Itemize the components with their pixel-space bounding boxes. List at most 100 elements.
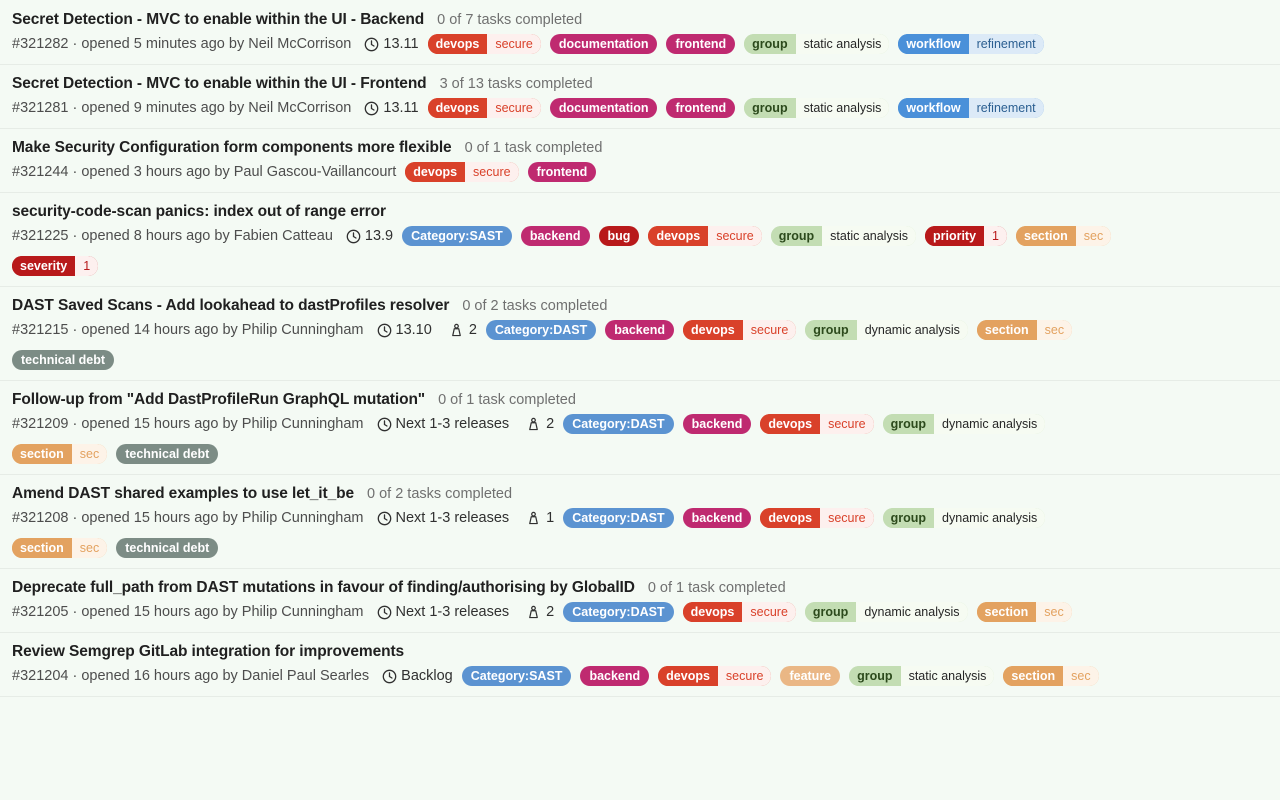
issue-label[interactable]: Category:SAST: [402, 226, 512, 246]
milestone[interactable]: Next 1-3 releases: [377, 509, 509, 528]
issue-author[interactable]: Paul Gascou-Vaillancourt: [234, 164, 397, 180]
issue-title-link[interactable]: Make Security Configuration form compone…: [12, 138, 452, 158]
issue-label[interactable]: technical debt: [116, 444, 219, 464]
issue-label[interactable]: backend: [580, 666, 650, 686]
meta-separator: ·: [72, 667, 78, 684]
label-key: feature: [780, 666, 841, 686]
issue-label[interactable]: group static analysis: [770, 226, 916, 246]
issue-label[interactable]: devops secure: [658, 666, 772, 686]
issue-label[interactable]: devops secure: [760, 508, 874, 528]
issue-label[interactable]: backend: [682, 414, 752, 434]
issue-label[interactable]: bug: [598, 226, 640, 246]
issue-label[interactable]: documentation: [549, 98, 658, 118]
issue-label[interactable]: section sec: [976, 602, 1072, 622]
issue-label[interactable]: priority 1: [924, 226, 1007, 246]
weight-value: 2: [546, 603, 555, 620]
issue-label[interactable]: frontend: [527, 162, 597, 182]
label-value: sec: [1036, 320, 1073, 340]
weight-value: 1: [546, 509, 555, 526]
issue-label[interactable]: devops secure: [760, 414, 874, 434]
issue-title-link[interactable]: DAST Saved Scans - Add lookahead to dast…: [12, 296, 449, 316]
label-key: group: [882, 508, 935, 528]
issue-label[interactable]: documentation: [549, 34, 658, 54]
issue-label[interactable]: group dynamic analysis: [805, 320, 968, 340]
issue-label[interactable]: devops secure: [682, 320, 797, 340]
milestone-label: Next 1-3 releases: [395, 603, 510, 620]
issue-title-link[interactable]: Follow-up from "Add DastProfileRun Graph…: [12, 390, 425, 410]
issue-title-link[interactable]: Secret Detection - MVC to enable within …: [12, 10, 424, 30]
label-key: devops: [658, 666, 718, 686]
milestone[interactable]: 13.11: [364, 35, 419, 54]
issue-row[interactable]: Secret Detection - MVC to enable within …: [0, 0, 1280, 65]
issue-label[interactable]: section sec: [12, 538, 108, 558]
issue-label[interactable]: frontend: [666, 34, 736, 54]
issue-author[interactable]: Fabien Catteau: [234, 228, 333, 244]
issue-label[interactable]: group static analysis: [744, 98, 890, 118]
issue-title-line: Deprecate full_path from DAST mutations …: [12, 578, 1268, 598]
issue-row[interactable]: security-code-scan panics: index out of …: [0, 193, 1280, 287]
issue-author[interactable]: Philip Cunningham: [242, 510, 364, 526]
issue-label[interactable]: technical debt: [12, 350, 115, 370]
issue-label[interactable]: Category:DAST: [563, 508, 674, 528]
issue-title-link[interactable]: Amend DAST shared examples to use let_it…: [12, 484, 354, 504]
issue-row[interactable]: Secret Detection - MVC to enable within …: [0, 65, 1280, 129]
issue-reference: #321205: [12, 603, 69, 620]
issue-author[interactable]: Neil McCorrison: [248, 36, 351, 52]
issue-title-link[interactable]: Secret Detection - MVC to enable within …: [12, 74, 427, 94]
issue-title-link[interactable]: security-code-scan panics: index out of …: [12, 202, 386, 222]
milestone[interactable]: 13.10: [377, 321, 432, 340]
milestone[interactable]: Next 1-3 releases: [377, 603, 510, 622]
issue-label[interactable]: devops secure: [427, 98, 541, 118]
issue-label[interactable]: workflow refinement: [898, 34, 1044, 54]
milestone[interactable]: Backlog: [382, 667, 453, 686]
issue-label[interactable]: devops secure: [682, 602, 796, 622]
issue-author[interactable]: Philip Cunningham: [242, 322, 364, 338]
issue-row[interactable]: Deprecate full_path from DAST mutations …: [0, 569, 1280, 633]
issue-label[interactable]: section sec: [976, 320, 1073, 340]
issue-label[interactable]: Category:DAST: [485, 320, 597, 340]
milestone[interactable]: 13.11: [364, 99, 419, 118]
label-value: dynamic analysis: [934, 414, 1046, 434]
issue-title-link[interactable]: Review Semgrep GitLab integration for im…: [12, 642, 404, 662]
issue-label[interactable]: Category:DAST: [563, 414, 674, 434]
issue-label[interactable]: workflow refinement: [898, 98, 1044, 118]
issue-label[interactable]: devops secure: [427, 34, 541, 54]
issue-label[interactable]: feature: [780, 666, 841, 686]
issue-row[interactable]: Make Security Configuration form compone…: [0, 129, 1280, 193]
issue-row[interactable]: DAST Saved Scans - Add lookahead to dast…: [0, 287, 1280, 381]
issue-label[interactable]: devops secure: [405, 162, 519, 182]
issue-author[interactable]: Philip Cunningham: [242, 416, 364, 432]
issue-label[interactable]: group dynamic analysis: [882, 508, 1046, 528]
milestone[interactable]: Next 1-3 releases: [377, 415, 509, 434]
issue-meta-line: #321209 · opened 15 hours ago by Philip …: [12, 414, 1268, 464]
issue-label[interactable]: section sec: [12, 444, 108, 464]
issue-label[interactable]: frontend: [666, 98, 736, 118]
issue-label[interactable]: devops secure: [648, 226, 762, 246]
issue-label[interactable]: backend: [682, 508, 752, 528]
issue-weight: 2: [449, 321, 477, 340]
weight-icon: [526, 417, 541, 432]
issue-meta-line: #321244 · opened 3 hours ago by Paul Gas…: [12, 162, 1268, 182]
issue-title-link[interactable]: Deprecate full_path from DAST mutations …: [12, 578, 635, 598]
clock-icon: [346, 229, 361, 244]
issue-label[interactable]: section sec: [1016, 226, 1112, 246]
issue-row[interactable]: Review Semgrep GitLab integration for im…: [0, 633, 1280, 697]
issue-label[interactable]: technical debt: [116, 538, 219, 558]
issue-row[interactable]: Amend DAST shared examples to use let_it…: [0, 475, 1280, 569]
issue-label[interactable]: group static analysis: [849, 666, 995, 686]
issue-label[interactable]: Category:SAST: [461, 666, 572, 686]
issue-author[interactable]: Daniel Paul Searles: [242, 668, 369, 684]
issue-label[interactable]: group static analysis: [744, 34, 890, 54]
issue-row[interactable]: Follow-up from "Add DastProfileRun Graph…: [0, 381, 1280, 475]
issue-label[interactable]: backend: [520, 226, 590, 246]
issue-title-line: Secret Detection - MVC to enable within …: [12, 10, 1268, 30]
issue-label[interactable]: group dynamic analysis: [882, 414, 1046, 434]
milestone[interactable]: 13.9: [346, 227, 393, 246]
issue-label[interactable]: Category:DAST: [563, 602, 674, 622]
issue-label[interactable]: section sec: [1003, 666, 1099, 686]
issue-label[interactable]: group dynamic analysis: [804, 602, 968, 622]
issue-label[interactable]: severity 1: [12, 256, 99, 276]
issue-author[interactable]: Neil McCorrison: [248, 100, 351, 116]
issue-author[interactable]: Philip Cunningham: [242, 604, 364, 620]
issue-label[interactable]: backend: [605, 320, 674, 340]
